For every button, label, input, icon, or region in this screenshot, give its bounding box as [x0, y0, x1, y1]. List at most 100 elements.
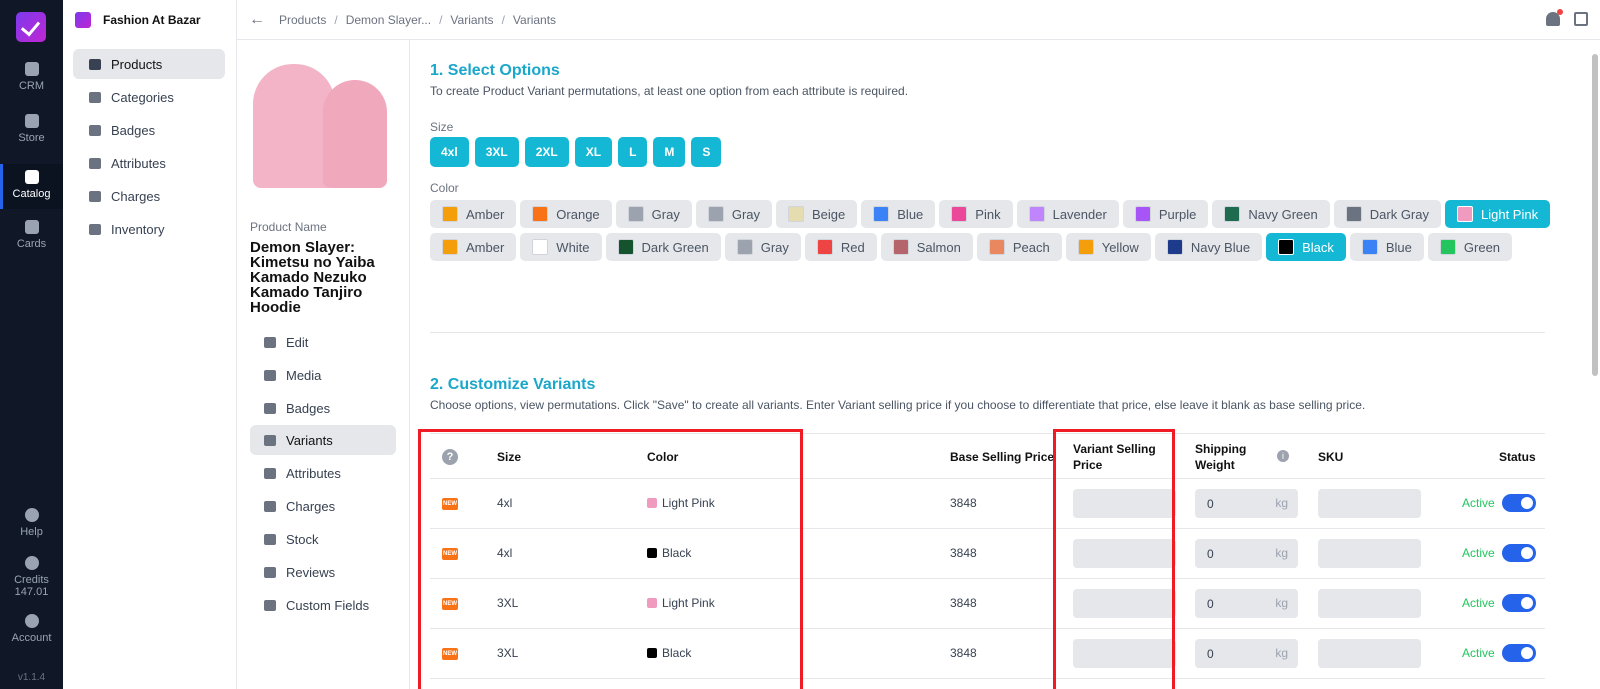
sidebar-item-products[interactable]: Products — [73, 49, 225, 79]
tag-icon — [264, 402, 276, 414]
warehouse-icon — [264, 533, 276, 545]
status-toggle[interactable] — [1502, 544, 1536, 562]
info-icon[interactable]: i — [1277, 450, 1289, 462]
product-menu-attributes[interactable]: Attributes — [250, 458, 396, 488]
color-chip[interactable]: Pink — [939, 200, 1013, 228]
color-chip[interactable]: Gray — [724, 233, 801, 261]
product-menu-badges[interactable]: Badges — [250, 393, 396, 423]
color-chip[interactable]: Navy Blue — [1154, 233, 1263, 261]
scrollbar-thumb[interactable] — [1592, 54, 1598, 376]
charges-icon — [264, 500, 276, 512]
size-chip[interactable]: 3XL — [474, 137, 519, 167]
size-chip[interactable]: 2XL — [524, 137, 569, 167]
store-brand[interactable]: Fashion At Bazar — [75, 12, 201, 28]
sidebar-item-charges[interactable]: Charges — [73, 181, 225, 211]
color-swatch — [532, 239, 549, 255]
color-chip[interactable]: Orange — [520, 200, 612, 228]
product-menu-media[interactable]: Media — [250, 360, 396, 390]
breadcrumb-variants[interactable]: Variants — [450, 13, 493, 27]
help-icon — [24, 508, 39, 522]
status-toggle[interactable] — [1502, 644, 1536, 662]
color-chip[interactable]: Dark Green — [605, 233, 721, 261]
size-chip[interactable]: L — [618, 137, 648, 167]
star-icon — [264, 566, 276, 578]
sidebar-item-categories[interactable]: Categories — [73, 82, 225, 112]
color-chip[interactable]: Yellow — [1065, 233, 1151, 261]
color-chip[interactable]: Beige — [776, 200, 858, 228]
col-status: Status — [1499, 450, 1536, 464]
color-chip-label: Salmon — [916, 239, 961, 255]
color-chip-label: Light Pink — [1481, 206, 1539, 222]
cell-base-price: 3848 — [950, 596, 977, 610]
app-logo-icon[interactable] — [16, 12, 46, 42]
sku-input[interactable] — [1318, 589, 1421, 618]
color-chip[interactable]: Gray — [615, 200, 692, 228]
sku-input[interactable] — [1318, 539, 1421, 568]
image-icon — [264, 369, 276, 381]
color-chip[interactable]: Salmon — [880, 233, 973, 261]
size-chip[interactable]: 4xl — [430, 137, 469, 167]
color-chip[interactable]: Navy Green — [1212, 200, 1330, 228]
shipping-weight-input[interactable]: 0 kg — [1195, 489, 1298, 518]
rail-item-help[interactable]: Help — [0, 508, 63, 538]
breadcrumb-product[interactable]: Demon Slayer... — [346, 13, 431, 27]
product-menu-custom-fields[interactable]: Custom Fields — [250, 590, 396, 620]
col-sku: SKU — [1318, 450, 1344, 464]
color-chip-label: Navy Blue — [1190, 239, 1251, 255]
back-arrow-icon[interactable]: ← — [249, 11, 265, 29]
color-chip[interactable]: Black — [1266, 233, 1346, 261]
external-link-icon[interactable] — [1574, 12, 1588, 26]
color-chip[interactable]: Lavender — [1016, 200, 1119, 228]
color-chip-label: Blue — [897, 206, 924, 222]
sku-input[interactable] — [1318, 639, 1421, 668]
rail-item-catalog[interactable]: Catalog — [0, 164, 63, 209]
rail-item-account[interactable]: Account — [0, 614, 63, 644]
notification-bell-icon[interactable] — [1546, 9, 1563, 26]
shipping-weight-input[interactable]: 0 kg — [1195, 539, 1298, 568]
color-chip[interactable]: Peach — [976, 233, 1062, 261]
size-chip[interactable]: M — [653, 137, 686, 167]
color-chip[interactable]: Blue — [1349, 233, 1424, 261]
color-chip[interactable]: Amber — [430, 200, 517, 228]
color-swatch — [788, 206, 805, 222]
color-chip[interactable]: Amber — [430, 233, 517, 261]
color-chip[interactable]: Purple — [1122, 200, 1209, 228]
product-menu-stock[interactable]: Stock — [250, 524, 396, 554]
sidebar-item-inventory[interactable]: Inventory — [73, 214, 225, 244]
rail-item-credits[interactable]: Credits 147.01 — [0, 556, 63, 598]
attributes-icon — [264, 467, 276, 479]
color-chip-label: Red — [840, 239, 865, 255]
scrollbar[interactable] — [1589, 40, 1600, 689]
product-menu-reviews[interactable]: Reviews — [250, 557, 396, 587]
rail-item-cards[interactable]: Cards — [0, 220, 63, 250]
shipping-weight-input[interactable]: 0 kg — [1195, 589, 1298, 618]
color-swatch — [617, 239, 634, 255]
warehouse-icon — [89, 223, 101, 235]
sidebar-item-badges[interactable]: Badges — [73, 115, 225, 145]
color-chip[interactable]: White — [520, 233, 602, 261]
status-toggle[interactable] — [1502, 494, 1536, 512]
sidebar-item-attributes[interactable]: Attributes — [73, 148, 225, 178]
breadcrumb-products[interactable]: Products — [279, 13, 326, 27]
shipping-weight-input[interactable]: 0 kg — [1195, 639, 1298, 668]
color-chip[interactable]: Blue — [861, 200, 936, 228]
color-chip[interactable]: Light Pink — [1445, 200, 1551, 228]
size-chip[interactable]: XL — [574, 137, 613, 167]
product-menu-edit[interactable]: Edit — [250, 327, 396, 357]
size-chip[interactable]: S — [691, 137, 722, 167]
color-swatch — [1224, 206, 1241, 222]
color-chip[interactable]: Green — [1427, 233, 1513, 261]
product-menu-charges[interactable]: Charges — [250, 491, 396, 521]
color-chip[interactable]: Dark Gray — [1333, 200, 1441, 228]
color-chip[interactable]: Gray — [695, 200, 773, 228]
section-divider — [430, 332, 1545, 333]
status-toggle[interactable] — [1502, 594, 1536, 612]
sku-input[interactable] — [1318, 489, 1421, 518]
rail-item-store[interactable]: Store — [0, 114, 63, 144]
product-menu-variants[interactable]: Variants — [250, 425, 396, 455]
color-swatch — [736, 239, 753, 255]
rail-item-crm[interactable]: CRM — [0, 62, 63, 92]
select-options-title: 1. Select Options — [430, 62, 560, 79]
breadcrumb: Products / Demon Slayer... / Variants / Varian… — [279, 12, 557, 27]
color-chip[interactable]: Red — [804, 233, 877, 261]
